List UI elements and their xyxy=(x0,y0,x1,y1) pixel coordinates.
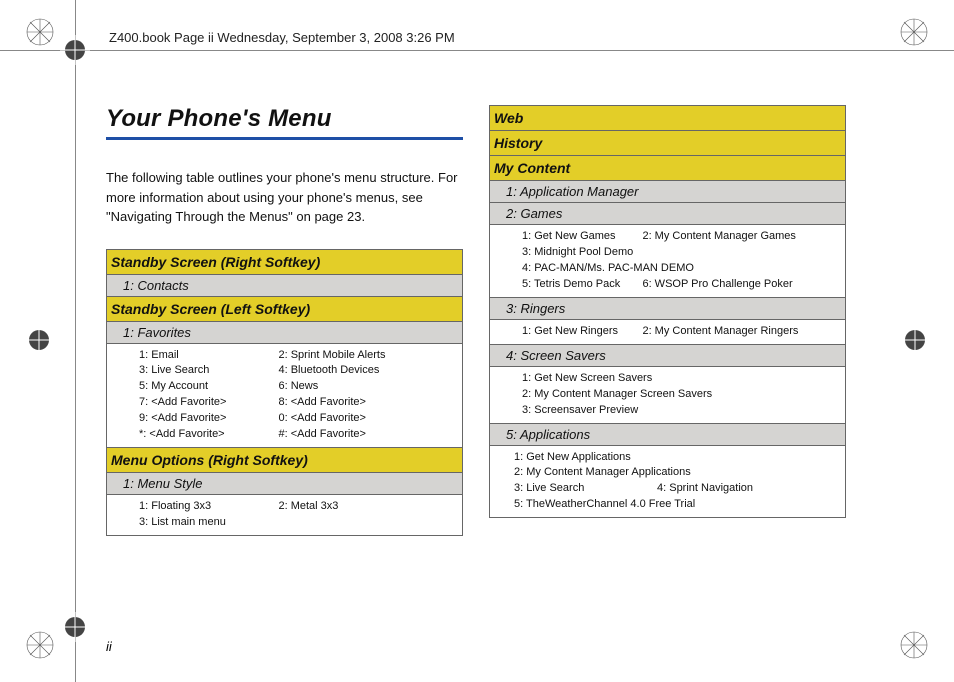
register-mark-tr xyxy=(898,16,930,53)
header-menu-options: Menu Options (Right Softkey) xyxy=(107,448,463,473)
header-mycontent: My Content xyxy=(490,156,846,181)
register-mark-br xyxy=(898,629,930,666)
games-4: 4: PAC-MAN/Ms. PAC-MAN DEMO xyxy=(522,261,839,277)
fav-5: 5: My Account xyxy=(139,379,278,395)
left-column: Your Phone's Menu The following table ou… xyxy=(106,105,463,536)
ss-3: 3: Screensaver Preview xyxy=(522,403,839,419)
header-standby-left: Standby Screen (Left Softkey) xyxy=(107,296,463,321)
sub-contacts: 1: Contacts xyxy=(107,274,463,296)
right-menu-table: Web History My Content 1: Application Ma… xyxy=(489,105,846,518)
fav-hash: #: <Add Favorite> xyxy=(278,427,456,443)
applications-content: 1: Get New Applications 2: My Content Ma… xyxy=(490,445,846,518)
ss-1: 1: Get New Screen Savers xyxy=(522,371,839,387)
register-mark-midtop xyxy=(60,35,90,70)
right-column: Web History My Content 1: Application Ma… xyxy=(489,105,846,536)
ms-2: 2: Metal 3x3 xyxy=(278,499,456,515)
apps-3: 3: Live Search xyxy=(514,481,657,497)
games-5: 5: Tetris Demo Pack xyxy=(522,277,642,293)
apps-4: 4: Sprint Navigation xyxy=(657,481,839,497)
favorites-content: 1: Email2: Sprint Mobile Alerts 3: Live … xyxy=(107,343,463,448)
screensavers-content: 1: Get New Screen Savers 2: My Content M… xyxy=(490,366,846,423)
fav-4: 4: Bluetooth Devices xyxy=(278,363,456,379)
fav-star: *: <Add Favorite> xyxy=(139,427,278,443)
register-mark-midleft xyxy=(24,325,54,360)
games-6: 6: WSOP Pro Challenge Poker xyxy=(642,277,839,293)
pdf-header: Z400.book Page ii Wednesday, September 3… xyxy=(109,30,455,45)
sub-app-manager: 1: Application Manager xyxy=(490,181,846,203)
games-2: 2: My Content Manager Games xyxy=(642,229,839,245)
register-mark-midright xyxy=(900,325,930,360)
fav-2: 2: Sprint Mobile Alerts xyxy=(278,348,456,364)
crop-vline xyxy=(75,0,76,682)
register-mark-tl xyxy=(24,16,56,53)
menu-style-content: 1: Floating 3x32: Metal 3x3 3: List main… xyxy=(107,495,463,536)
ringers-1: 1: Get New Ringers xyxy=(522,324,642,340)
sub-favorites: 1: Favorites xyxy=(107,321,463,343)
ringers-content: 1: Get New Ringers2: My Content Manager … xyxy=(490,319,846,344)
games-3: 3: Midnight Pool Demo xyxy=(522,245,839,261)
fav-9: 9: <Add Favorite> xyxy=(139,411,278,427)
games-content: 1: Get New Games2: My Content Manager Ga… xyxy=(490,225,846,298)
sub-ringers: 3: Ringers xyxy=(490,297,846,319)
header-history: History xyxy=(490,131,846,156)
fav-0: 0: <Add Favorite> xyxy=(278,411,456,427)
ms-1: 1: Floating 3x3 xyxy=(139,499,278,515)
apps-2: 2: My Content Manager Applications xyxy=(514,465,839,481)
games-1: 1: Get New Games xyxy=(522,229,642,245)
header-web: Web xyxy=(490,106,846,131)
register-mark-bl xyxy=(24,629,56,666)
sub-applications: 5: Applications xyxy=(490,423,846,445)
register-mark-midbottom xyxy=(60,612,90,647)
page-number: ii xyxy=(106,639,112,654)
ms-3: 3: List main menu xyxy=(139,515,456,531)
fav-6: 6: News xyxy=(278,379,456,395)
intro-text: The following table outlines your phone'… xyxy=(106,168,463,227)
title-underline xyxy=(106,137,463,140)
crop-hline xyxy=(0,50,954,51)
ss-2: 2: My Content Manager Screen Savers xyxy=(522,387,839,403)
fav-3: 3: Live Search xyxy=(139,363,278,379)
fav-8: 8: <Add Favorite> xyxy=(278,395,456,411)
sub-screensavers: 4: Screen Savers xyxy=(490,344,846,366)
ringers-2: 2: My Content Manager Ringers xyxy=(642,324,839,340)
sub-menu-style: 1: Menu Style xyxy=(107,473,463,495)
apps-1: 1: Get New Applications xyxy=(514,450,839,466)
apps-5: 5: TheWeatherChannel 4.0 Free Trial xyxy=(514,497,839,513)
sub-games: 2: Games xyxy=(490,203,846,225)
fav-7: 7: <Add Favorite> xyxy=(139,395,278,411)
left-menu-table: Standby Screen (Right Softkey) 1: Contac… xyxy=(106,249,463,537)
fav-1: 1: Email xyxy=(139,348,278,364)
header-standby-right: Standby Screen (Right Softkey) xyxy=(107,249,463,274)
page-title: Your Phone's Menu xyxy=(106,105,463,133)
